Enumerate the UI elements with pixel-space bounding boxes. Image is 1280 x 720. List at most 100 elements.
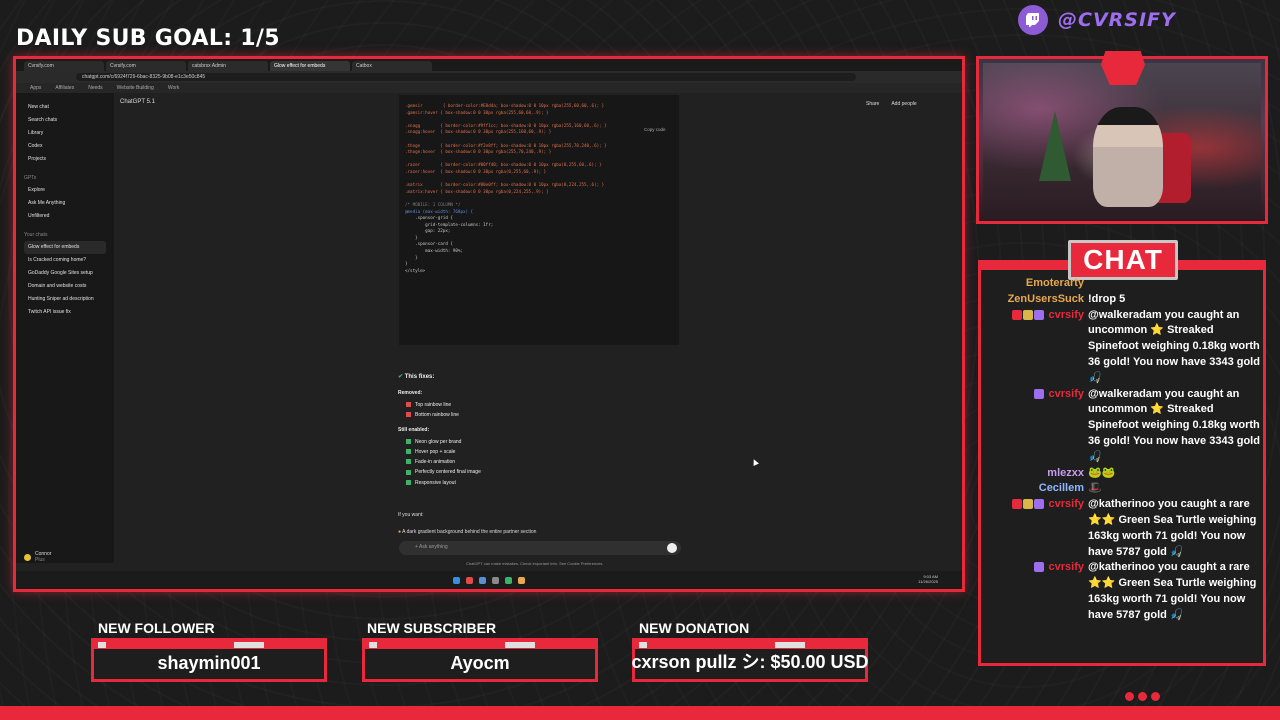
share-button[interactable]: Share bbox=[866, 101, 879, 107]
chat-username[interactable]: Cecillem bbox=[1039, 482, 1084, 494]
bookmark-item[interactable]: Affiliates bbox=[55, 85, 74, 91]
sidebar-item[interactable]: Library bbox=[24, 127, 106, 140]
chat-username[interactable]: cvrsify bbox=[1049, 561, 1084, 573]
enabled-item-text: Perfectly centered final image bbox=[415, 469, 481, 476]
check-icon: ✔ bbox=[398, 374, 405, 380]
chat-badge-icon bbox=[1034, 388, 1045, 399]
steam-icon[interactable] bbox=[479, 576, 486, 584]
browser-tab[interactable]: catsbrsx Admin bbox=[188, 61, 268, 71]
chat-message: Emoterarty bbox=[986, 276, 1260, 292]
start-icon[interactable] bbox=[453, 576, 460, 584]
chat-message: ZenUsersSuck !drop 5 bbox=[986, 292, 1260, 308]
chat-message: cvrsify @katherinoo you caught a rare ⭐⭐ … bbox=[986, 560, 1260, 623]
copy-code-button[interactable]: Copy code bbox=[644, 127, 666, 132]
app-icon[interactable] bbox=[505, 576, 512, 584]
chat-username[interactable]: Emoterarty bbox=[1026, 277, 1084, 289]
sidebar-item[interactable]: Projects bbox=[24, 153, 106, 166]
bookmark-item[interactable]: Apps bbox=[30, 85, 41, 91]
removed-item-text: Bottom rainbow line bbox=[415, 412, 459, 419]
user-profile[interactable]: Connor Plus bbox=[24, 551, 51, 563]
enabled-item-text: Responsive layout bbox=[415, 479, 456, 486]
taskbar-clock: 9:03 AM 11/26/2025 bbox=[918, 574, 938, 584]
subscriber-name: Ayocm bbox=[450, 653, 510, 673]
chat-username[interactable]: cvrsify bbox=[1049, 309, 1084, 321]
bookmark-item[interactable]: Needs bbox=[88, 85, 102, 91]
chat-badge-icon bbox=[1023, 309, 1034, 320]
bookmark-item[interactable]: Website Building bbox=[117, 85, 154, 91]
sidebar-gpt-item[interactable]: Unfiltered bbox=[24, 210, 106, 223]
explorer-icon[interactable] bbox=[492, 576, 499, 584]
browser-tab[interactable]: Cvrsify.com bbox=[106, 61, 186, 71]
follower-box: shaymin001 bbox=[91, 638, 327, 682]
sidebar-item[interactable]: New chat bbox=[24, 101, 106, 114]
chat-username-wrap: Emoterarty bbox=[986, 276, 1088, 292]
cross-icon bbox=[406, 412, 411, 418]
bookmark-item[interactable]: Work bbox=[168, 85, 180, 91]
chat-text: @walkeradam you caught an uncommon ⭐ Str… bbox=[1088, 308, 1260, 384]
browser-tab[interactable]: Glow effect for embeds bbox=[270, 61, 350, 71]
add-people-button[interactable]: Add people bbox=[891, 101, 916, 107]
chat-message: cvrsify @walkeradam you caught an uncommo… bbox=[986, 387, 1260, 466]
sidebar-item[interactable]: Codex bbox=[24, 140, 106, 153]
sidebar-gpt-item[interactable]: Ask Me Anything bbox=[24, 197, 106, 210]
browser-tab[interactable]: Catbox bbox=[352, 61, 432, 71]
sidebar-chat-item[interactable]: Domain and website costs bbox=[24, 280, 106, 293]
sidebar-chat-item[interactable]: Is Cracked coming home? bbox=[24, 254, 106, 267]
chat-username-wrap: cvrsify bbox=[986, 308, 1088, 387]
response-fixes: ✔ This fixes: Removed: Top rainbow line B… bbox=[398, 373, 688, 488]
prompt-input[interactable]: + Ask anything bbox=[399, 541, 681, 555]
removed-item: Bottom rainbow line bbox=[406, 410, 688, 420]
sidebar-heading-gpts: GPTs bbox=[24, 175, 37, 181]
removed-heading: Removed: bbox=[398, 390, 423, 396]
sidebar-heading-chats: Your chats bbox=[24, 232, 48, 238]
chat-username[interactable]: cvrsify bbox=[1049, 388, 1084, 400]
enabled-item: Fade-in animation bbox=[406, 457, 688, 467]
clock-date: 11/26/2025 bbox=[918, 579, 938, 584]
chat-badge-icon bbox=[1034, 309, 1045, 320]
twitch-icon bbox=[1018, 5, 1048, 35]
sidebar-gpt-item[interactable]: Explore bbox=[24, 184, 106, 197]
chat-username[interactable]: ZenUsersSuck bbox=[1008, 293, 1084, 305]
chrome-icon[interactable] bbox=[466, 576, 473, 584]
chat-username-wrap: cvrsify bbox=[986, 497, 1088, 560]
check-box-icon bbox=[406, 459, 411, 465]
enabled-item: Hover pop + scale bbox=[406, 447, 688, 457]
code-line: .sponsor-card { bbox=[405, 241, 453, 247]
subscriber-label: NEW SUBSCRIBER bbox=[367, 620, 497, 636]
code-line: .matrix:hover { box-shadow:0 0 30px rgba… bbox=[405, 188, 549, 194]
chat-text: !drop 5 bbox=[1088, 292, 1126, 305]
sidebar-chat-item[interactable]: Glow effect for embeds bbox=[24, 241, 106, 254]
model-selector[interactable]: ChatGPT 5.1 bbox=[120, 99, 155, 105]
browser-tab[interactable]: Cvrsify.com bbox=[24, 61, 104, 71]
code-line: .razer:hover { box-shadow:0 0 30px rgba(… bbox=[405, 168, 547, 174]
chat-text: @katherinoo you caught a rare ⭐⭐ Green S… bbox=[1088, 561, 1257, 621]
chat-title-badge: CHAT bbox=[1068, 240, 1178, 280]
if-you-want-text: If you want: bbox=[398, 512, 424, 518]
chat-badge-icon bbox=[1012, 499, 1023, 510]
webcam-feed bbox=[983, 63, 1261, 217]
browser-window: Cvrsify.com Cvrsify.com catsbrsx Admin Glow… bbox=[16, 59, 962, 589]
chat-badge-icon bbox=[1034, 562, 1045, 573]
removed-item: Top rainbow line bbox=[406, 400, 688, 410]
chat-badge-icon bbox=[1023, 499, 1034, 510]
avatar bbox=[24, 553, 31, 561]
chat-username-wrap: cvrsify bbox=[986, 387, 1088, 466]
voice-button[interactable] bbox=[667, 543, 677, 553]
brand-header: @CVRSIFY bbox=[1018, 5, 1176, 35]
chat-username[interactable]: mlezxx bbox=[1047, 467, 1084, 479]
code-line: max-width: 90%; bbox=[405, 248, 463, 254]
sidebar-chat-item[interactable]: GoDaddy Google Sites setup bbox=[24, 267, 106, 280]
sidebar-item[interactable]: Search chats bbox=[24, 114, 106, 127]
folder-icon[interactable] bbox=[518, 576, 525, 584]
disclaimer: ChatGPT can make mistakes. Check importa… bbox=[466, 561, 604, 566]
chat-username[interactable]: cvrsify bbox=[1049, 498, 1084, 510]
chat-text: @katherinoo you caught a rare ⭐⭐ Green S… bbox=[1088, 498, 1257, 558]
sidebar-chat-item[interactable]: Twitch API issue fix bbox=[24, 306, 106, 319]
prompt-placeholder: Ask anything bbox=[419, 544, 448, 550]
code-line: .razer { border-color:#00ff40; box-shado… bbox=[405, 162, 602, 168]
code-line: .gemsir { border-color:#E8d4a; box-shado… bbox=[405, 103, 605, 108]
url-field[interactable]: chatgpt.com/c/6924f729-6bac-8325-9b08-e1… bbox=[76, 73, 856, 81]
chat-messages: Emoterarty ZenUsersSuck !drop 5 cvrsify @w… bbox=[986, 276, 1260, 656]
sidebar-chat-item[interactable]: Hunting Sniper ad description bbox=[24, 293, 106, 306]
